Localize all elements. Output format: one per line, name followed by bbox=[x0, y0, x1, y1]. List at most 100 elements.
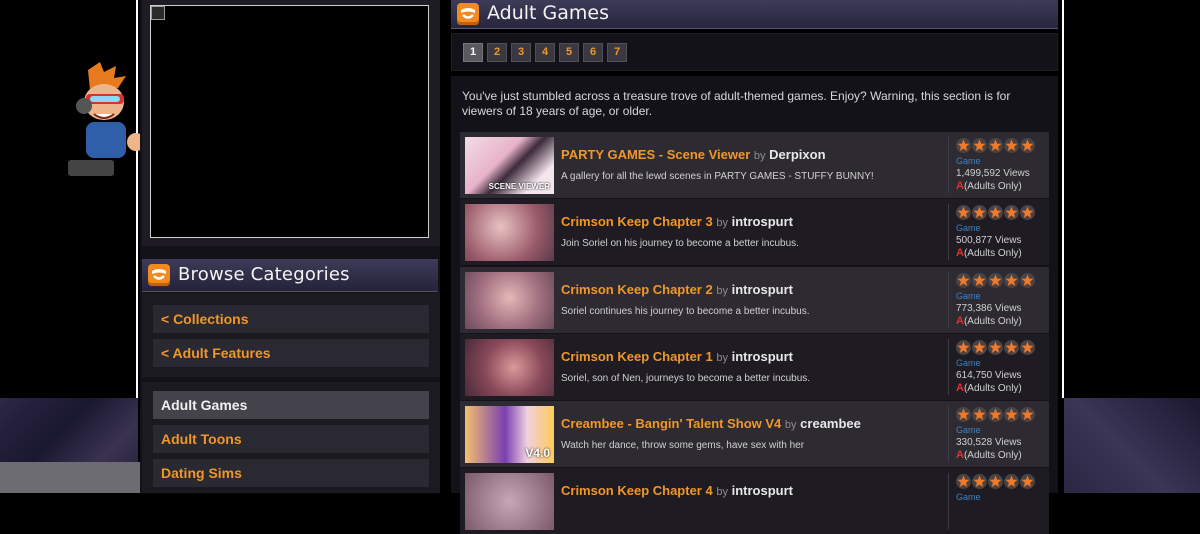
game-title-link[interactable]: PARTY GAMES - Scene Viewer bbox=[561, 147, 750, 162]
game-type-link[interactable]: Game bbox=[956, 156, 981, 166]
game-title-link[interactable]: Creambee - Bangin' Talent Show V4 bbox=[561, 416, 781, 431]
game-row[interactable]: Crimson Keep Chapter 1 by introspurt Sori… bbox=[460, 334, 1049, 400]
view-count: 773,386 Views bbox=[956, 303, 1022, 314]
page-button-1[interactable]: 1 bbox=[463, 43, 483, 62]
page-button-6[interactable]: 6 bbox=[583, 43, 603, 62]
adult-rating-icon: A bbox=[956, 315, 964, 327]
page-border-right bbox=[1062, 0, 1064, 398]
broken-image-icon bbox=[151, 6, 165, 20]
game-title-line: Crimson Keep Chapter 1 by introspurt bbox=[561, 349, 793, 364]
rating-label: (Adults Only) bbox=[963, 316, 1022, 327]
thumbnail-caption: V4.0 bbox=[525, 446, 550, 460]
page-button-5[interactable]: 5 bbox=[559, 43, 579, 62]
rating-label: (Adults Only) bbox=[963, 181, 1022, 192]
rating-label: (Adults Only) bbox=[963, 450, 1022, 461]
main-header: Adult Games bbox=[451, 0, 1058, 29]
game-type-link[interactable]: Game bbox=[956, 291, 981, 301]
game-row[interactable]: Crimson Keep Chapter 2 by introspurt Sori… bbox=[460, 267, 1049, 333]
game-author-link[interactable]: introspurt bbox=[732, 282, 793, 297]
game-author-link[interactable]: introspurt bbox=[732, 349, 793, 364]
star-icon bbox=[972, 205, 987, 220]
game-thumbnail[interactable] bbox=[465, 473, 554, 530]
page-button-4[interactable]: 4 bbox=[535, 43, 555, 62]
by-label: by bbox=[716, 217, 728, 229]
star-icon bbox=[972, 340, 987, 355]
game-description: Soriel continues his journey to become a… bbox=[561, 306, 810, 317]
game-title-link[interactable]: Crimson Keep Chapter 3 bbox=[561, 214, 713, 229]
star-icon bbox=[988, 205, 1003, 220]
game-meta: Game 1,499,592 Views A(Adults Only) bbox=[948, 137, 1046, 193]
game-title-link[interactable]: Crimson Keep Chapter 4 bbox=[561, 483, 713, 498]
site-logo-icon bbox=[457, 3, 479, 25]
game-description: Soriel, son of Nen, journeys to become a… bbox=[561, 373, 811, 384]
game-author-link[interactable]: creambee bbox=[800, 416, 861, 431]
star-icon bbox=[1004, 205, 1019, 220]
star-icon bbox=[1004, 340, 1019, 355]
game-thumbnail[interactable] bbox=[465, 339, 554, 396]
content-rating: A(Adults Only) bbox=[956, 180, 1022, 192]
nav-collections-button[interactable]: < Collections bbox=[153, 305, 429, 333]
star-icon bbox=[988, 340, 1003, 355]
mascot-logo bbox=[68, 62, 140, 176]
game-meta: Game 330,528 Views A(Adults Only) bbox=[948, 406, 1046, 462]
game-title-line: Crimson Keep Chapter 3 by introspurt bbox=[561, 214, 793, 229]
category-adult-toons[interactable]: Adult Toons bbox=[153, 425, 429, 453]
game-row[interactable]: V4.0 Creambee - Bangin' Talent Show V4 by… bbox=[460, 401, 1049, 467]
rating-label: (Adults Only) bbox=[963, 383, 1022, 394]
view-count: 500,877 Views bbox=[956, 235, 1022, 246]
star-rating bbox=[956, 138, 1036, 154]
star-icon bbox=[956, 407, 971, 422]
browse-categories-title: Browse Categories bbox=[178, 264, 350, 285]
by-label: by bbox=[753, 150, 766, 162]
game-thumbnail[interactable]: V4.0 bbox=[465, 406, 554, 463]
game-title-line: Creambee - Bangin' Talent Show V4 by cre… bbox=[561, 416, 861, 431]
star-icon bbox=[1020, 205, 1035, 220]
by-label: by bbox=[716, 486, 728, 498]
star-icon bbox=[956, 138, 971, 153]
star-icon bbox=[956, 340, 971, 355]
game-type-link[interactable]: Game bbox=[956, 425, 981, 435]
content-rating: A(Adults Only) bbox=[956, 315, 1022, 327]
content-rating: A(Adults Only) bbox=[956, 449, 1022, 461]
page-button-2[interactable]: 2 bbox=[487, 43, 507, 62]
section-intro: You've just stumbled across a treasure t… bbox=[462, 89, 1011, 118]
game-type-link[interactable]: Game bbox=[956, 223, 981, 233]
game-title-link[interactable]: Crimson Keep Chapter 1 bbox=[561, 349, 713, 364]
nav-adult-features-button[interactable]: < Adult Features bbox=[153, 339, 429, 367]
game-author-link[interactable]: introspurt bbox=[732, 483, 793, 498]
game-title-line: Crimson Keep Chapter 4 by introspurt bbox=[561, 483, 793, 498]
view-count: 1,499,592 Views bbox=[956, 168, 1030, 179]
star-icon bbox=[956, 205, 971, 220]
game-thumbnail[interactable]: SCENE VIEWER bbox=[465, 137, 554, 194]
page-button-3[interactable]: 3 bbox=[511, 43, 531, 62]
game-row[interactable]: Crimson Keep Chapter 3 by introspurt Join… bbox=[460, 199, 1049, 265]
star-icon bbox=[1020, 273, 1035, 288]
category-dating-sims[interactable]: Dating Sims bbox=[153, 459, 429, 487]
game-author-link[interactable]: introspurt bbox=[732, 214, 793, 229]
game-title-line: PARTY GAMES - Scene Viewer by Derpixon bbox=[561, 147, 826, 162]
game-meta: Game 500,877 Views A(Adults Only) bbox=[948, 204, 1046, 260]
star-icon bbox=[972, 273, 987, 288]
game-thumbnail[interactable] bbox=[465, 272, 554, 329]
game-title-line: Crimson Keep Chapter 2 by introspurt bbox=[561, 282, 793, 297]
adult-rating-icon: A bbox=[956, 382, 964, 394]
game-thumbnail[interactable] bbox=[465, 204, 554, 261]
game-description: Join Soriel on his journey to become a b… bbox=[561, 238, 799, 249]
by-label: by bbox=[716, 285, 728, 297]
ad-frame[interactable] bbox=[150, 5, 429, 238]
star-icon bbox=[1004, 474, 1019, 489]
rating-label: (Adults Only) bbox=[963, 248, 1022, 259]
star-icon bbox=[1004, 407, 1019, 422]
game-author-link[interactable]: Derpixon bbox=[769, 147, 825, 162]
category-adult-games[interactable]: Adult Games bbox=[153, 391, 429, 419]
game-row[interactable]: Crimson Keep Chapter 4 by introspurt Game bbox=[460, 468, 1049, 534]
star-icon bbox=[1020, 407, 1035, 422]
game-row[interactable]: SCENE VIEWER PARTY GAMES - Scene Viewer b… bbox=[460, 132, 1049, 198]
star-icon bbox=[972, 474, 987, 489]
star-rating bbox=[956, 340, 1036, 356]
game-title-link[interactable]: Crimson Keep Chapter 2 bbox=[561, 282, 713, 297]
page-button-7[interactable]: 7 bbox=[607, 43, 627, 62]
game-type-link[interactable]: Game bbox=[956, 492, 981, 502]
game-type-link[interactable]: Game bbox=[956, 358, 981, 368]
game-meta: Game 614,750 Views A(Adults Only) bbox=[948, 339, 1046, 395]
